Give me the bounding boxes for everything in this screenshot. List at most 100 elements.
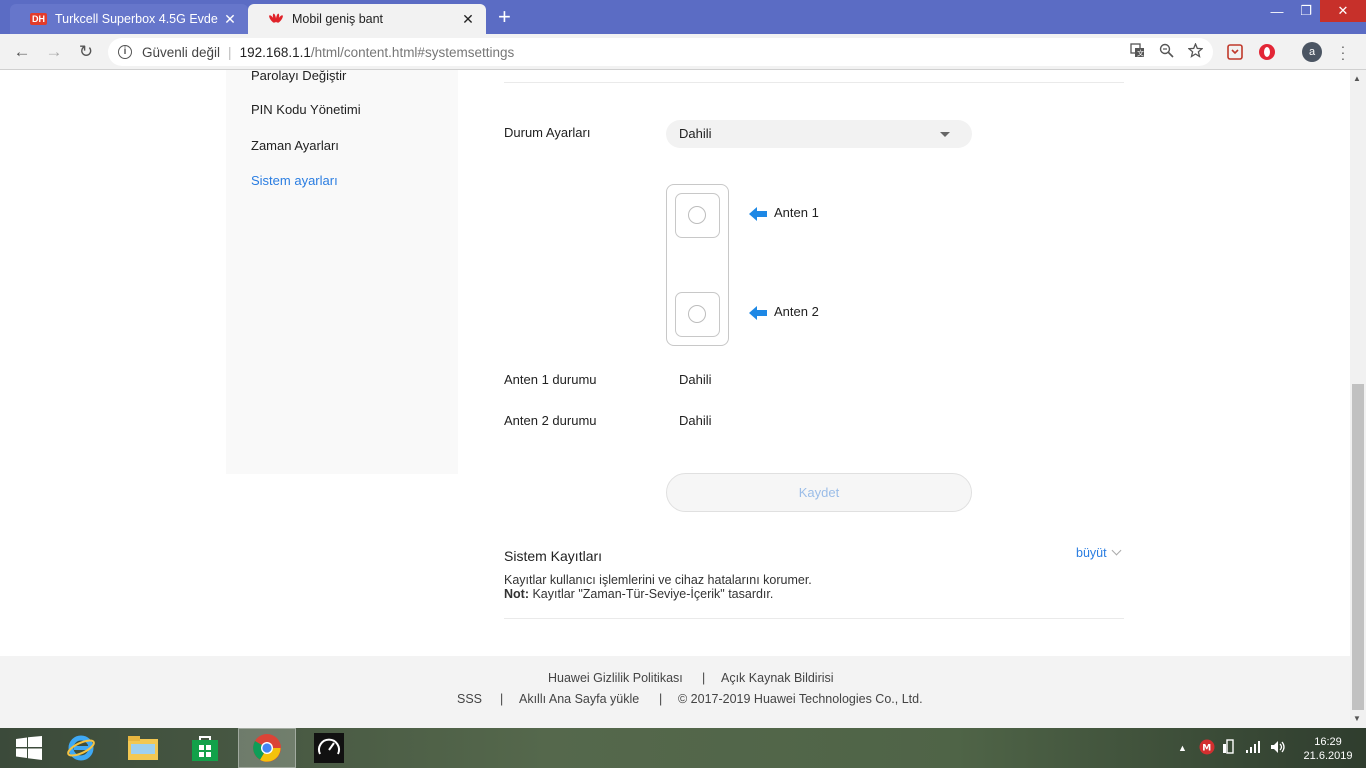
tab-mobil-genis-bant[interactable]: Mobil geniş bant ✕ bbox=[248, 4, 486, 34]
system-clock[interactable]: 16:29 21.6.2019 bbox=[1296, 735, 1360, 763]
internet-explorer-icon bbox=[67, 735, 95, 761]
maximize-button[interactable]: ❐ bbox=[1292, 0, 1320, 22]
scroll-up-icon[interactable]: ▲ bbox=[1353, 74, 1361, 83]
bookmark-star-icon[interactable] bbox=[1187, 42, 1204, 61]
antenna-1-port bbox=[675, 193, 720, 238]
antenna-1-label: Anten 1 bbox=[774, 205, 819, 220]
sidebar-item-time-settings[interactable]: Zaman Ayarları bbox=[251, 138, 339, 153]
clock-time: 16:29 bbox=[1314, 736, 1342, 748]
logs-description: Kayıtlar kullanıcı işlemlerini ve cihaz … bbox=[504, 573, 812, 587]
store-icon bbox=[192, 736, 218, 761]
port-hole-icon bbox=[688, 305, 706, 323]
scroll-thumb[interactable] bbox=[1352, 384, 1364, 710]
chrome-icon bbox=[253, 734, 281, 762]
page-viewport: Parolayı Değiştir PIN Kodu Yönetimi Zama… bbox=[0, 70, 1350, 728]
logs-note: Not: Kayıtlar "Zaman-Tür-Seviye-İçerik" … bbox=[504, 587, 773, 601]
section-divider bbox=[504, 82, 1124, 83]
volume-icon[interactable] bbox=[1270, 740, 1286, 754]
network-signal-icon[interactable] bbox=[1245, 740, 1261, 754]
smart-home-link[interactable]: Akıllı Ana Sayfa yükle bbox=[519, 692, 639, 706]
profile-avatar[interactable]: a bbox=[1302, 42, 1322, 62]
footer-separator: | bbox=[702, 671, 706, 685]
windows-taskbar: ▲ M 16:29 21.6.2019 bbox=[0, 728, 1366, 768]
speedometer-icon bbox=[314, 733, 344, 763]
status-settings-value: Dahili bbox=[679, 126, 712, 141]
note-text: Kayıtlar "Zaman-Tür-Seviye-İçerik" tasar… bbox=[529, 587, 774, 601]
expand-label: büyüt bbox=[1076, 546, 1107, 560]
browser-tab-strip: DH Turkcell Superbox 4.5G Evde İnte ✕ Mo… bbox=[0, 0, 1366, 34]
privacy-policy-link[interactable]: Huawei Gizlilik Politikası bbox=[548, 671, 683, 685]
tab-close-icon[interactable]: ✕ bbox=[222, 11, 238, 28]
reload-icon[interactable]: ↻ bbox=[76, 42, 96, 62]
omnibox-actions: 文 bbox=[1130, 42, 1204, 61]
security-label[interactable]: Güvenli değil bbox=[142, 45, 220, 60]
internet-explorer-button[interactable] bbox=[52, 728, 110, 768]
system-logs-title: Sistem Kayıtları bbox=[504, 548, 603, 564]
translate-icon[interactable]: 文 bbox=[1130, 43, 1145, 61]
info-icon[interactable]: i bbox=[118, 45, 132, 59]
speedtest-button[interactable] bbox=[300, 728, 358, 768]
router-device-diagram bbox=[666, 184, 729, 346]
antenna-2-status-value: Dahili bbox=[679, 413, 712, 428]
faq-link[interactable]: SSS bbox=[457, 692, 482, 706]
svg-text:M: M bbox=[1202, 744, 1211, 754]
open-source-link[interactable]: Açık Kaynak Bildirisi bbox=[721, 671, 834, 685]
footer-separator: | bbox=[659, 692, 663, 706]
chrome-button[interactable] bbox=[238, 728, 296, 768]
file-explorer-button[interactable] bbox=[114, 728, 172, 768]
settings-sidebar: Parolayı Değiştir PIN Kodu Yönetimi Zama… bbox=[226, 70, 458, 474]
footer-separator: | bbox=[500, 692, 504, 706]
sidebar-item-pin-management[interactable]: PIN Kodu Yönetimi bbox=[251, 102, 361, 117]
url-host: 192.168.1.1 bbox=[239, 44, 311, 60]
antenna-1-status-value: Dahili bbox=[679, 372, 712, 387]
arrow-left-icon bbox=[749, 306, 767, 320]
status-settings-label: Durum Ayarları bbox=[504, 125, 591, 140]
zoom-icon[interactable] bbox=[1159, 43, 1174, 61]
arrow-left-icon bbox=[749, 207, 767, 221]
tab-title: Turkcell Superbox 4.5G Evde İnte bbox=[55, 12, 222, 26]
windows-logo-icon bbox=[16, 736, 42, 760]
status-settings-select[interactable]: Dahili bbox=[666, 120, 972, 148]
browser-toolbar: ← → ↻ i Güvenli değil | 192.168.1.1/html… bbox=[0, 34, 1366, 70]
store-button[interactable] bbox=[176, 728, 234, 768]
port-hole-icon bbox=[688, 206, 706, 224]
antivirus-tray-icon[interactable]: M bbox=[1199, 739, 1215, 755]
minimize-button[interactable]: — bbox=[1262, 0, 1292, 22]
tab-turkcell[interactable]: DH Turkcell Superbox 4.5G Evde İnte ✕ bbox=[10, 4, 248, 34]
chevron-down-icon bbox=[940, 132, 950, 137]
save-button[interactable]: Kaydet bbox=[666, 473, 972, 512]
dh-favicon-icon: DH bbox=[30, 13, 47, 25]
address-separator: | bbox=[228, 44, 232, 60]
new-tab-button[interactable]: + bbox=[498, 6, 511, 28]
huawei-logo-icon bbox=[269, 13, 283, 23]
tray-expand-icon[interactable]: ▲ bbox=[1178, 743, 1187, 753]
close-window-button[interactable]: ✕ bbox=[1320, 0, 1366, 22]
tab-close-icon[interactable]: ✕ bbox=[460, 11, 476, 28]
section-divider bbox=[504, 618, 1124, 619]
expand-logs-button[interactable]: büyüt bbox=[1076, 545, 1122, 560]
forward-arrow-icon[interactable]: → bbox=[44, 42, 64, 62]
scroll-down-icon[interactable]: ▼ bbox=[1353, 714, 1361, 723]
page-footer: Huawei Gizlilik Politikası | Açık Kaynak… bbox=[0, 656, 1350, 728]
opera-extension-icon[interactable] bbox=[1258, 43, 1276, 61]
sidebar-item-change-password[interactable]: Parolayı Değiştir bbox=[251, 70, 346, 83]
address-bar[interactable]: i Güvenli değil | 192.168.1.1/html/conte… bbox=[108, 38, 1213, 66]
chevron-down-icon bbox=[1111, 545, 1122, 556]
page-scrollbar[interactable]: ▲ ▼ bbox=[1350, 70, 1366, 728]
antenna-2-status-label: Anten 2 durumu bbox=[504, 413, 597, 428]
url-path: /html/content.html#systemsettings bbox=[310, 44, 515, 60]
note-prefix: Not: bbox=[504, 587, 529, 601]
back-arrow-icon[interactable]: ← bbox=[12, 42, 32, 62]
clock-date: 21.6.2019 bbox=[1303, 750, 1353, 762]
sidebar-item-system-settings[interactable]: Sistem ayarları bbox=[251, 173, 338, 188]
device-tray-icon[interactable] bbox=[1222, 739, 1238, 755]
antenna-1-status-label: Anten 1 durumu bbox=[504, 372, 597, 387]
antenna-2-label: Anten 2 bbox=[774, 304, 819, 319]
folder-icon bbox=[128, 736, 158, 760]
copyright-text: © 2017-2019 Huawei Technologies Co., Ltd… bbox=[678, 692, 923, 706]
svg-text:文: 文 bbox=[1137, 49, 1144, 58]
tab-title: Mobil geniş bant bbox=[292, 12, 384, 26]
browser-menu-icon[interactable]: · · · bbox=[1340, 39, 1346, 65]
pocket-extension-icon[interactable] bbox=[1226, 43, 1244, 61]
start-button[interactable] bbox=[0, 728, 58, 768]
